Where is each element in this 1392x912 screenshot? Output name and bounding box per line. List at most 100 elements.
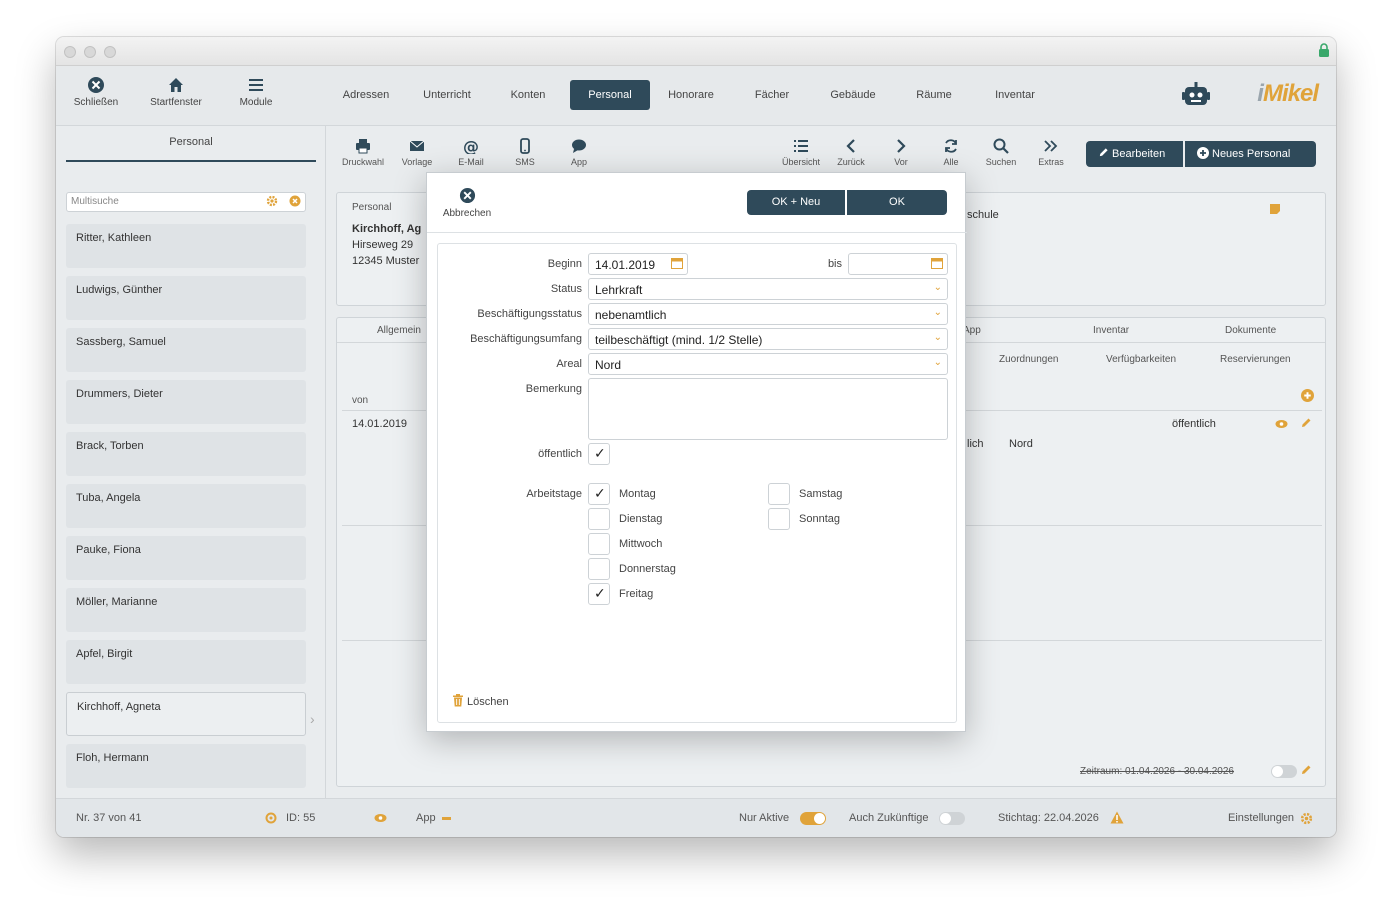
workdays-label: Arbeitstage <box>526 488 582 500</box>
public-checkbox[interactable] <box>588 443 610 465</box>
wednesday-checkbox[interactable] <box>588 533 610 555</box>
new-staff-button[interactable]: Neues Personal <box>1185 141 1316 167</box>
multisearch-input[interactable]: Multisuche <box>66 192 306 212</box>
refresh-icon <box>945 139 957 153</box>
area-select[interactable]: Nord ⌄ <box>588 353 948 375</box>
sunday-checkbox[interactable] <box>768 508 790 530</box>
tab-personal[interactable]: Personal <box>570 80 650 110</box>
future-toggle[interactable] <box>939 812 965 825</box>
list-item[interactable]: Ludwigs, Günther <box>66 276 306 320</box>
subtab-reservierungen[interactable]: Reservierungen <box>1220 354 1291 365</box>
row-partial-text: lich <box>967 438 984 450</box>
edit-button[interactable]: Bearbeiten <box>1086 141 1183 167</box>
begin-date-field[interactable]: 14.01.2019 <box>588 253 688 275</box>
plus-circle-icon[interactable] <box>1301 389 1314 402</box>
ok-button[interactable]: OK <box>847 190 947 215</box>
tab-adressen[interactable]: Adressen <box>336 80 396 110</box>
extras-button[interactable]: Extras <box>1024 138 1078 167</box>
extras-label: Extras <box>1038 157 1064 167</box>
print-button[interactable]: Druckwahl <box>336 138 390 167</box>
sidebar-tab-personal[interactable]: Personal <box>66 136 316 162</box>
multisearch-placeholder: Multisuche <box>71 196 119 207</box>
cancel-button[interactable]: Abbrechen <box>437 187 497 219</box>
tab-unterricht[interactable]: Unterricht <box>413 80 481 110</box>
list-item[interactable]: Brack, Torben <box>66 432 306 476</box>
note-icon[interactable] <box>1269 203 1281 215</box>
period-toggle[interactable] <box>1271 765 1297 778</box>
only-active-toggle[interactable] <box>800 812 826 825</box>
list-item[interactable]: Floh, Hermann <box>66 744 306 788</box>
calendar-icon[interactable] <box>931 257 943 269</box>
monday-checkbox[interactable] <box>588 483 610 505</box>
row-from-date: 14.01.2019 <box>352 418 408 430</box>
app-button[interactable]: App <box>552 138 606 167</box>
eye-icon[interactable] <box>374 813 387 823</box>
tab-konten[interactable]: Konten <box>500 80 556 110</box>
overview-button[interactable]: Übersicht <box>774 138 828 167</box>
envelope-icon <box>409 140 425 151</box>
list-item[interactable]: Pauke, Fiona <box>66 536 306 580</box>
employment-status-select[interactable]: nebenamtlich ⌄ <box>588 303 948 325</box>
sms-button[interactable]: SMS <box>498 138 552 167</box>
column-von: von <box>352 395 369 406</box>
remark-textarea[interactable] <box>588 378 948 440</box>
subtab-zuordnungen[interactable]: Zuordnungen <box>999 354 1059 365</box>
list-item[interactable]: Apfel, Birgit <box>66 640 306 684</box>
target-icon <box>265 812 277 824</box>
minus-icon[interactable] <box>442 817 451 820</box>
tab-dokumente[interactable]: Dokumente <box>1225 325 1276 336</box>
tuesday-checkbox[interactable] <box>588 508 610 530</box>
list-item[interactable]: Tuba, Angela <box>66 484 306 528</box>
minimize-window-button[interactable] <box>84 46 96 58</box>
saturday-label: Samstag <box>799 488 843 500</box>
employment-scope-select[interactable]: teilbeschäftigt (mind. 1/2 Stelle) ⌄ <box>588 328 948 350</box>
thursday-checkbox[interactable] <box>588 558 610 580</box>
close-window-button[interactable] <box>64 46 76 58</box>
pencil-icon[interactable] <box>1300 417 1312 429</box>
search-button[interactable]: Suchen <box>974 138 1028 167</box>
gear-icon[interactable] <box>266 195 278 207</box>
settings-label[interactable]: Einstellungen <box>1228 812 1294 824</box>
modules-label: Module <box>239 97 273 108</box>
tab-allgemein[interactable]: Allgemein <box>377 325 421 336</box>
robot-icon[interactable] <box>1181 81 1211 109</box>
list-item[interactable]: Sassberg, Samuel <box>66 328 306 372</box>
tab-honorare[interactable]: Honorare <box>660 80 722 110</box>
ok-new-button[interactable]: OK + Neu <box>747 190 845 215</box>
staff-city: 12345 Muster <box>352 255 420 267</box>
close-button[interactable]: Schließen <box>56 76 136 108</box>
zoom-window-button[interactable] <box>104 46 116 58</box>
eye-icon[interactable] <box>1275 419 1288 429</box>
tab-inventar[interactable]: Inventar <box>984 80 1046 110</box>
imikel-logo: iMikel <box>1257 80 1319 107</box>
saturday-checkbox[interactable] <box>768 483 790 505</box>
friday-checkbox[interactable] <box>588 583 610 605</box>
until-date-field[interactable] <box>848 253 948 275</box>
modules-button[interactable]: Module <box>216 76 296 108</box>
start-window-button[interactable]: Startfenster <box>136 76 216 108</box>
chevron-down-icon: ⌄ <box>933 282 942 293</box>
template-button[interactable]: Vorlage <box>390 138 444 167</box>
gear-icon[interactable] <box>1300 812 1313 825</box>
list-item[interactable]: Möller, Marianne <box>66 588 306 632</box>
list-item[interactable]: Drummers, Dieter <box>66 380 306 424</box>
all-button[interactable]: Alle <box>924 138 978 167</box>
list-item-selected[interactable]: Kirchhoff, Agneta <box>66 692 306 736</box>
tab-faecher[interactable]: Fächer <box>744 80 800 110</box>
email-button[interactable]: @ E-Mail <box>444 138 498 167</box>
subtab-verfuegbarkeiten[interactable]: Verfügbarkeiten <box>1106 354 1176 365</box>
back-button[interactable]: Zurück <box>824 138 878 167</box>
tab-inventar-detail[interactable]: Inventar <box>1093 325 1129 336</box>
pencil-icon[interactable] <box>1300 764 1312 776</box>
delete-button[interactable]: Löschen <box>452 694 509 708</box>
clear-icon[interactable] <box>289 195 301 207</box>
chevron-down-icon: ⌄ <box>933 307 942 318</box>
forward-button[interactable]: Vor <box>874 138 928 167</box>
calendar-icon[interactable] <box>671 257 683 269</box>
stichtag-label[interactable]: Stichtag: 22.04.2026 <box>998 812 1099 824</box>
svg-text:@: @ <box>463 138 479 154</box>
tab-gebaeude[interactable]: Gebäude <box>822 80 884 110</box>
list-item[interactable]: Ritter, Kathleen <box>66 224 306 268</box>
status-select[interactable]: Lehrkraft ⌄ <box>588 278 948 300</box>
tab-raeume[interactable]: Räume <box>908 80 960 110</box>
